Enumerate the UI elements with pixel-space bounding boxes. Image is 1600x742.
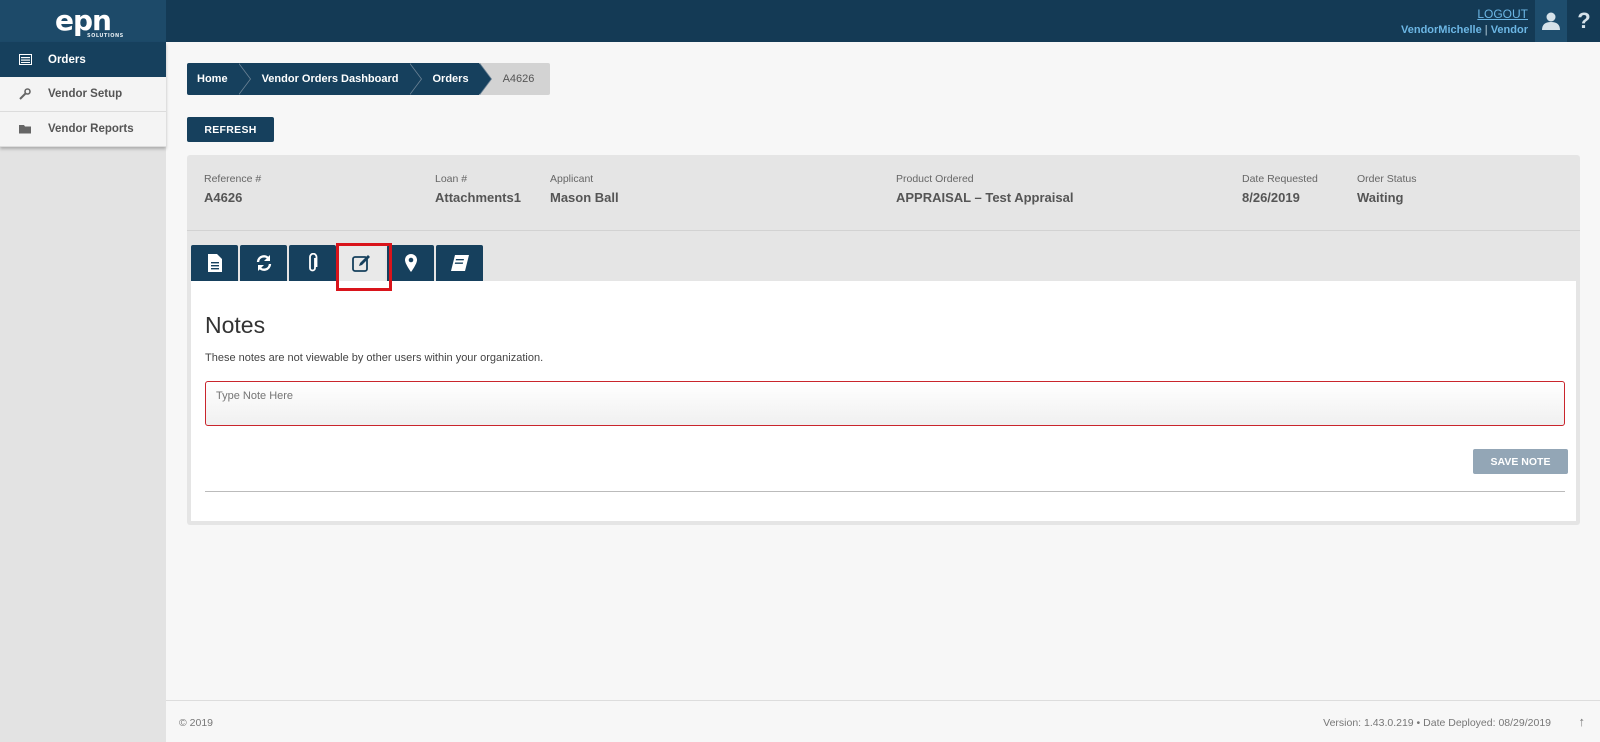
sidebar: Orders Vendor Setup Vendor Reports <box>0 42 166 742</box>
help-button[interactable]: ? <box>1568 0 1600 42</box>
date-requested-label: Date Requested <box>1242 173 1318 185</box>
notes-description: These notes are not viewable by other us… <box>205 352 544 364</box>
list-icon <box>18 53 32 67</box>
sidebar-item-vendor-reports[interactable]: Vendor Reports <box>0 112 166 147</box>
paperclip-icon <box>308 253 317 272</box>
sidebar-item-label: Orders <box>48 53 86 66</box>
date-requested-field: Date Requested 8/26/2019 <box>1242 173 1318 205</box>
version-info: Version: 1.43.0.219 • Date Deployed: 08/… <box>1323 717 1551 729</box>
loan-value: Attachments1 <box>435 190 521 205</box>
applicant-field: Applicant Mason Ball <box>550 173 619 205</box>
product-value: APPRAISAL – Test Appraisal <box>896 190 1074 205</box>
divider <box>205 491 1565 492</box>
logo-subtext: SOLUTIONS <box>87 33 124 39</box>
refresh-icon <box>256 255 271 271</box>
logout-link[interactable]: LOGOUT <box>1401 6 1528 22</box>
user-name: VendorMichelle <box>1401 24 1482 36</box>
order-status-label: Order Status <box>1357 173 1417 185</box>
tab-details[interactable] <box>191 245 238 281</box>
notes-panel: Notes These notes are not viewable by ot… <box>191 281 1576 521</box>
notes-title: Notes <box>205 312 266 338</box>
question-icon: ? <box>1577 8 1591 33</box>
order-panel: Reference # A4626 Loan # Attachments1 Ap… <box>187 155 1580 525</box>
book-icon <box>450 255 469 271</box>
order-status-field: Order Status Waiting <box>1357 173 1417 205</box>
breadcrumb-home[interactable]: Home <box>187 63 251 95</box>
notes-tab-highlight <box>336 243 392 291</box>
wrench-icon <box>18 87 32 101</box>
footer: © 2019 Version: 1.43.0.219 • Date Deploy… <box>166 700 1600 742</box>
product-label: Product Ordered <box>896 173 974 185</box>
order-status-value: Waiting <box>1357 190 1404 205</box>
applicant-value: Mason Ball <box>550 190 619 205</box>
breadcrumb-vendor-orders-dashboard[interactable]: Vendor Orders Dashboard <box>237 63 422 95</box>
document-icon <box>207 254 222 272</box>
top-bar: epn SOLUTIONS LOGOUT VendorMichelle | Ve… <box>0 0 1600 42</box>
folder-icon <box>18 122 32 136</box>
loan-label: Loan # <box>435 173 468 185</box>
tab-status-history[interactable] <box>240 245 287 281</box>
order-summary: Reference # A4626 Loan # Attachments1 Ap… <box>187 155 1580 231</box>
reference-label: Reference # <box>204 173 262 185</box>
loan-field: Loan # Attachments1 <box>435 173 521 205</box>
refresh-button[interactable]: REFRESH <box>187 117 274 142</box>
user-role: Vendor <box>1490 24 1528 36</box>
product-field: Product Ordered APPRAISAL – Test Apprais… <box>896 173 1073 205</box>
save-note-button[interactable]: SAVE NOTE <box>1473 449 1568 474</box>
sidebar-item-vendor-setup[interactable]: Vendor Setup <box>0 77 166 112</box>
reference-value: A4626 <box>204 190 243 205</box>
copyright: © 2019 <box>179 717 214 729</box>
reference-field: Reference # A4626 <box>204 173 261 205</box>
sidebar-item-label: Vendor Reports <box>48 123 134 135</box>
sidebar-item-orders[interactable]: Orders <box>0 42 166 77</box>
map-marker-icon <box>404 254 417 272</box>
tab-attachments[interactable] <box>289 245 336 281</box>
user-profile-button[interactable] <box>1535 0 1567 42</box>
user-separator: | <box>1484 24 1488 36</box>
applicant-label: Applicant <box>550 173 594 185</box>
tab-log[interactable] <box>436 245 483 281</box>
tab-location[interactable] <box>387 245 434 281</box>
date-requested-value: 8/26/2019 <box>1242 190 1300 205</box>
logo[interactable]: epn SOLUTIONS <box>0 0 166 42</box>
breadcrumb: Home Vendor Orders Dashboard Orders A462… <box>187 63 551 95</box>
user-info: LOGOUT VendorMichelle | Vendor <box>1401 6 1528 38</box>
scroll-top-icon[interactable]: ↑ <box>1579 714 1586 729</box>
user-icon <box>1542 12 1560 30</box>
note-input[interactable] <box>205 381 1565 426</box>
sidebar-item-label: Vendor Setup <box>48 88 123 100</box>
